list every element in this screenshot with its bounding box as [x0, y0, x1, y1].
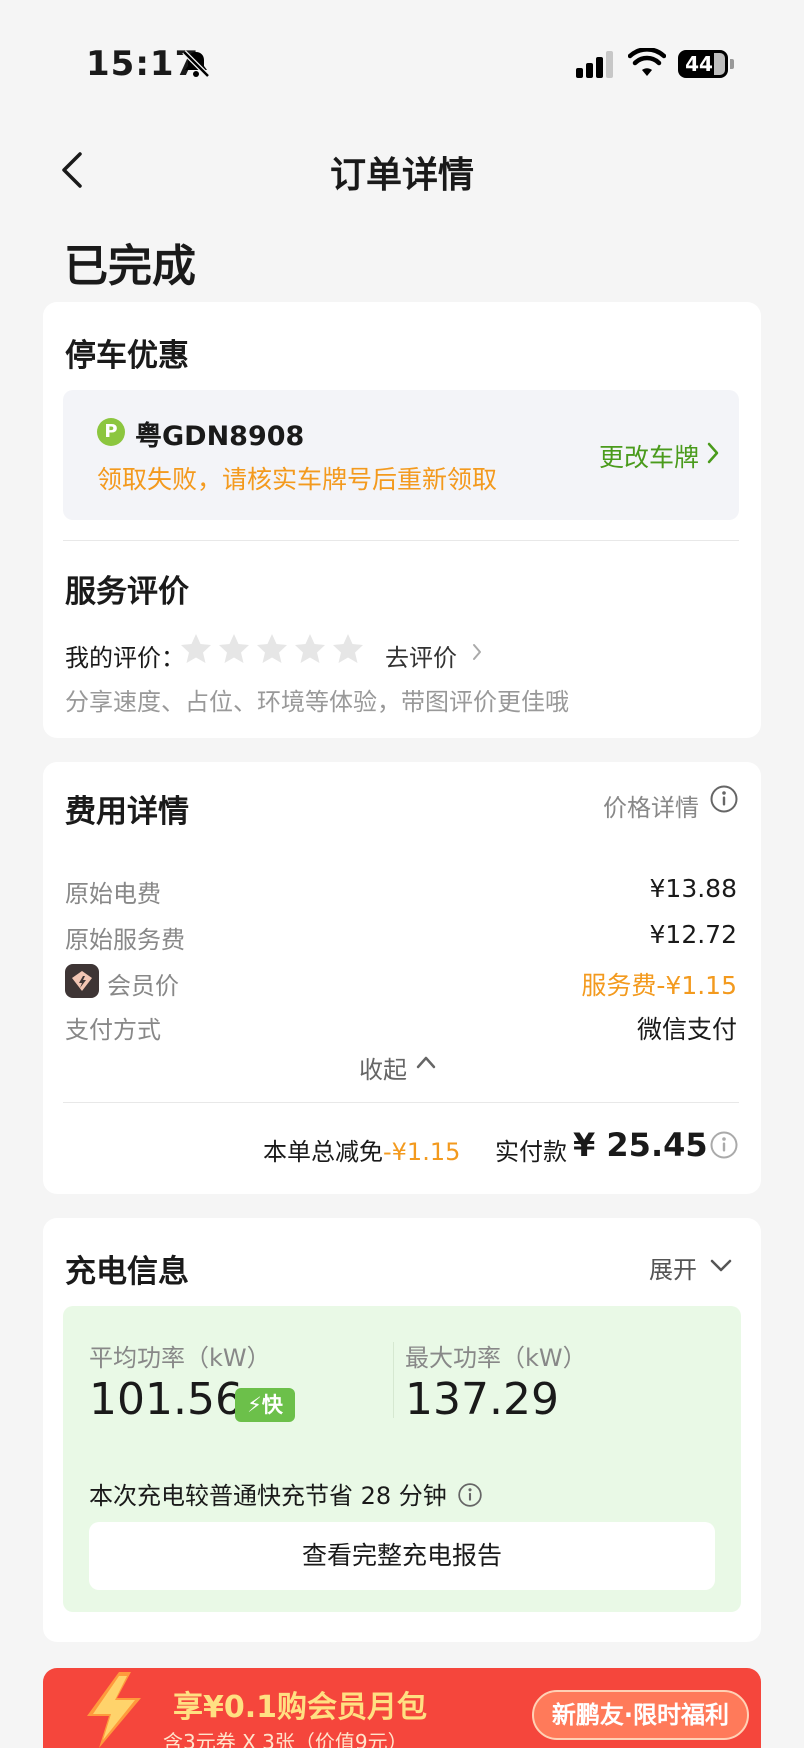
paid-amount: ¥ 25.45 [573, 1126, 708, 1164]
banner-subtitle: 含3元券 X 3张（价值9元） [163, 1730, 408, 1748]
promo-banner[interactable]: 享¥0.1购会员月包 含3元券 X 3张（价值9元） 新鹏友·限时福利 [43, 1668, 761, 1748]
star-icon[interactable] [217, 632, 251, 666]
fast-badge-label: 快 [261, 1393, 283, 1417]
change-plate-button[interactable]: 更改车牌 [599, 438, 699, 474]
star-icon[interactable] [255, 632, 289, 666]
payment-method-label: 支付方式 [65, 1016, 161, 1044]
time-saving-text: 本次充电较普通快充节省 28 分钟 [89, 1482, 447, 1510]
bell-muted-icon [182, 50, 210, 78]
divider [63, 540, 739, 541]
parking-p-icon: P [97, 418, 125, 446]
star-icon[interactable] [293, 632, 327, 666]
nav-bar: 订单详情 [0, 130, 804, 210]
info-icon[interactable] [457, 1482, 483, 1508]
total-discount-value: -¥1.15 [383, 1138, 461, 1166]
fee-row-value: ¥13.88 [649, 874, 737, 903]
max-power-label: 最大功率（kW） [405, 1344, 587, 1372]
plate-number: 粤GDN8908 [135, 421, 305, 452]
lightning-icon [87, 1672, 141, 1748]
fee-row-value: ¥12.72 [649, 920, 737, 949]
battery-icon: 44 [678, 50, 734, 78]
chevron-right-icon [473, 644, 481, 660]
page-title: 订单详情 [329, 155, 474, 196]
lightning-icon: ⚡ [247, 1393, 262, 1417]
chevron-right-icon [707, 442, 719, 464]
star-icon[interactable] [179, 632, 213, 666]
expand-button[interactable]: 展开 [649, 1250, 697, 1285]
fast-charge-badge: ⚡快 [235, 1388, 295, 1422]
fee-details-card: 费用详情 价格详情 原始电费 ¥13.88 原始服务费 ¥12.72 会员价 服… [43, 762, 761, 1194]
total-discount-label: 本单总减免 [263, 1138, 383, 1166]
chevron-down-icon[interactable] [709, 1258, 733, 1274]
paid-label: 实付款 [495, 1138, 567, 1166]
charging-title: 充电信息 [65, 1254, 189, 1290]
full-report-button[interactable]: 查看完整充电报告 [89, 1522, 715, 1590]
fees-title: 费用详情 [65, 794, 189, 830]
wifi-icon [628, 48, 666, 76]
plate-warning: 领取失败，请核实车牌号后重新领取 [97, 465, 498, 494]
parking-title: 停车优惠 [65, 338, 189, 374]
go-rate-button[interactable]: 去评价 [385, 638, 457, 673]
total-discount: 本单总减免-¥1.15 [263, 1132, 460, 1167]
vertical-divider [393, 1342, 394, 1418]
plate-box: P 粤GDN8908 领取失败，请核实车牌号后重新领取 更改车牌 [63, 390, 739, 520]
status-bar: 15:17 44 [0, 0, 804, 120]
banner-tag[interactable]: 新鹏友·限时福利 [531, 1690, 749, 1740]
charging-info-card: 充电信息 展开 平均功率（kW） 101.56 ⚡快 最大功率（kW） 137.… [43, 1218, 761, 1642]
member-discount-value: 服务费-¥1.15 [581, 971, 737, 1000]
my-rating-label: 我的评价： [65, 644, 185, 672]
charging-stats-box: 平均功率（kW） 101.56 ⚡快 最大功率（kW） 137.29 本次充电较… [63, 1306, 741, 1612]
battery-level: 44 [685, 52, 713, 76]
chevron-up-icon[interactable] [415, 1054, 437, 1070]
info-icon[interactable] [709, 784, 739, 814]
payment-method-value: 微信支付 [636, 1015, 737, 1044]
avg-power-label: 平均功率（kW） [89, 1344, 271, 1372]
divider [63, 1102, 739, 1103]
rating-title: 服务评价 [65, 574, 189, 610]
star-icon[interactable] [331, 632, 365, 666]
collapse-button[interactable]: 收起 [359, 1050, 407, 1085]
cellular-signal-icon [576, 51, 613, 78]
fee-row-label: 原始服务费 [65, 926, 185, 954]
max-power-value: 137.29 [405, 1374, 559, 1425]
rating-hint: 分享速度、占位、环境等体验，带图评价更佳哦 [65, 688, 569, 716]
banner-headline: 享¥0.1购会员月包 [173, 1690, 428, 1725]
member-price-label: 会员价 [107, 972, 179, 1000]
info-icon[interactable] [709, 1130, 739, 1160]
avg-power-value: 101.56 [89, 1374, 243, 1425]
fee-row-label: 原始电费 [65, 880, 161, 908]
member-diamond-icon [65, 964, 99, 998]
parking-rating-card: 停车优惠 P 粤GDN8908 领取失败，请核实车牌号后重新领取 更改车牌 服务… [43, 302, 761, 738]
order-status: 已完成 [64, 241, 196, 292]
price-detail-link[interactable]: 价格详情 [603, 788, 699, 823]
